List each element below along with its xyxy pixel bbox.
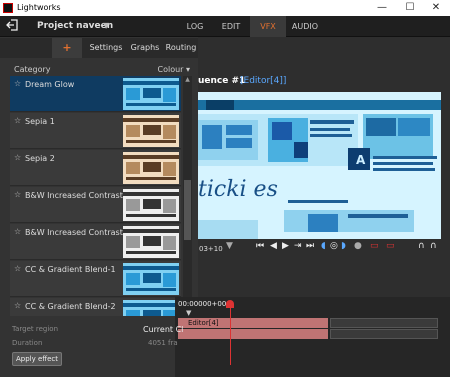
duration-label: Duration: [12, 339, 43, 347]
favorite-star-icon[interactable]: ☆: [14, 153, 21, 162]
app-logo-icon: [3, 3, 13, 13]
category-dropdown[interactable]: Colour ▾: [157, 65, 190, 74]
timeline-timecode: 00:00000+00: [178, 300, 227, 308]
effect-thumbnail: [123, 263, 179, 295]
effect-thumbnail: [123, 78, 179, 110]
effect-name: CC & Gradient Blend-1: [25, 265, 116, 274]
exit-project-icon[interactable]: [6, 19, 20, 33]
effects-list: ☆ Dream Glow ☆ Sepia 1 ☆ Sepia 2 ☆ B&W Increase…: [10, 76, 181, 316]
video-frame[interactable]: A ticki es: [198, 92, 441, 239]
effect-name: Sepia 1: [25, 117, 55, 126]
play-icon[interactable]: ▶: [282, 241, 289, 251]
sequence-editor-label: [Editor[4]]: [240, 76, 287, 86]
record-icon[interactable]: ▭: [370, 241, 379, 251]
favorite-star-icon[interactable]: ☆: [14, 264, 21, 273]
list-item[interactable]: ☆ Dream Glow: [10, 76, 181, 112]
list-item[interactable]: ☆ Sepia 2: [10, 150, 181, 186]
tab-log[interactable]: LOG: [176, 16, 214, 37]
tab-graphs[interactable]: Graphs: [128, 38, 162, 58]
scroll-up-icon[interactable]: ▲: [183, 76, 192, 84]
audio-track-clip[interactable]: [178, 329, 328, 339]
effects-subtabs: + Settings Graphs Routing: [0, 38, 198, 58]
project-name[interactable]: Project naveen: [37, 21, 113, 31]
favorite-star-icon[interactable]: ☆: [14, 116, 21, 125]
list-item[interactable]: ☆ B&W Increased Contrast 2: [10, 224, 181, 260]
window-titlebar: Lightworks — ☐ ✕: [0, 0, 450, 16]
timecode-dropdown-icon[interactable]: ▼: [226, 241, 233, 251]
favorite-star-icon[interactable]: ☆: [14, 301, 21, 310]
apply-effect-button[interactable]: Apply effect: [12, 352, 62, 366]
svg-text:A: A: [356, 153, 366, 167]
effect-thumbnail: [123, 189, 179, 221]
effect-name: Dream Glow: [25, 80, 75, 89]
step-back-icon[interactable]: ◀: [270, 241, 277, 251]
effect-thumbnail: [123, 300, 179, 316]
step-forward-icon[interactable]: ⇥: [294, 241, 302, 251]
tab-add-effect[interactable]: +: [52, 38, 82, 58]
svg-text:ticki es: ticki es: [198, 177, 278, 202]
join-icon[interactable]: ∩: [430, 241, 437, 251]
list-item[interactable]: ☆ Sepia 1: [10, 113, 181, 149]
favorite-star-icon[interactable]: ☆: [14, 227, 21, 236]
timeline-marker-icon[interactable]: ▼: [186, 309, 191, 317]
viewer-timecode: 03+10: [199, 245, 223, 253]
window-title: Lightworks: [17, 3, 61, 12]
project-dropdown-icon[interactable]: ▼: [103, 21, 109, 30]
track-label: Editor[4]: [188, 319, 219, 327]
effect-name: B&W Increased Contrast 1: [25, 191, 131, 200]
effects-scrollbar[interactable]: ▲ ▼: [183, 76, 192, 316]
maximize-button[interactable]: ☐: [396, 0, 424, 16]
split-icon[interactable]: ∩: [418, 241, 425, 251]
list-item[interactable]: ☆ CC & Gradient Blend-2: [10, 298, 181, 316]
effect-name: CC & Gradient Blend-2: [25, 302, 116, 311]
audio-track-empty[interactable]: [330, 329, 438, 339]
favorite-star-icon[interactable]: ☆: [14, 190, 21, 199]
target-region-value[interactable]: Current Cl: [143, 325, 183, 334]
loop-icon[interactable]: ▭: [386, 241, 395, 251]
duration-value: 4051 fra: [148, 339, 178, 347]
effect-thumbnail: [123, 152, 179, 184]
effect-thumbnail: [123, 226, 179, 258]
playhead[interactable]: [230, 305, 231, 365]
audio-right-icon[interactable]: ◗: [341, 241, 346, 251]
tab-audio[interactable]: AUDIO: [286, 16, 324, 37]
audio-left-icon[interactable]: ◖: [321, 241, 326, 251]
effect-name: Sepia 2: [25, 154, 55, 163]
close-button[interactable]: ✕: [422, 0, 450, 16]
list-item[interactable]: ☆ B&W Increased Contrast 1: [10, 187, 181, 223]
go-to-start-icon[interactable]: ⏮: [256, 241, 264, 251]
audio-meter-icon[interactable]: ◎: [330, 241, 338, 251]
tab-edit[interactable]: EDIT: [214, 16, 248, 37]
video-track-empty[interactable]: [330, 318, 438, 328]
category-label: Category: [14, 65, 51, 74]
mark-in-icon[interactable]: ●: [354, 241, 362, 251]
tab-settings[interactable]: Settings: [86, 38, 126, 58]
favorite-star-icon[interactable]: ☆: [14, 79, 21, 88]
target-region-label: Target region: [12, 325, 59, 333]
effect-thumbnail: [123, 115, 179, 147]
minimize-button[interactable]: —: [368, 0, 396, 16]
list-item[interactable]: ☆ CC & Gradient Blend-1: [10, 261, 181, 297]
go-to-end-icon[interactable]: ⏭: [306, 241, 314, 251]
scroll-thumb[interactable]: [184, 180, 191, 240]
category-header: Category Colour ▾: [10, 62, 190, 76]
tab-routing[interactable]: Routing: [164, 38, 198, 58]
effect-name: B&W Increased Contrast 2: [25, 228, 131, 237]
tab-vfx[interactable]: VFX: [250, 16, 286, 37]
sequence-title: uence #1: [198, 76, 246, 86]
top-bar: Project naveen ▼ LOG EDIT VFX AUDIO: [0, 16, 450, 37]
